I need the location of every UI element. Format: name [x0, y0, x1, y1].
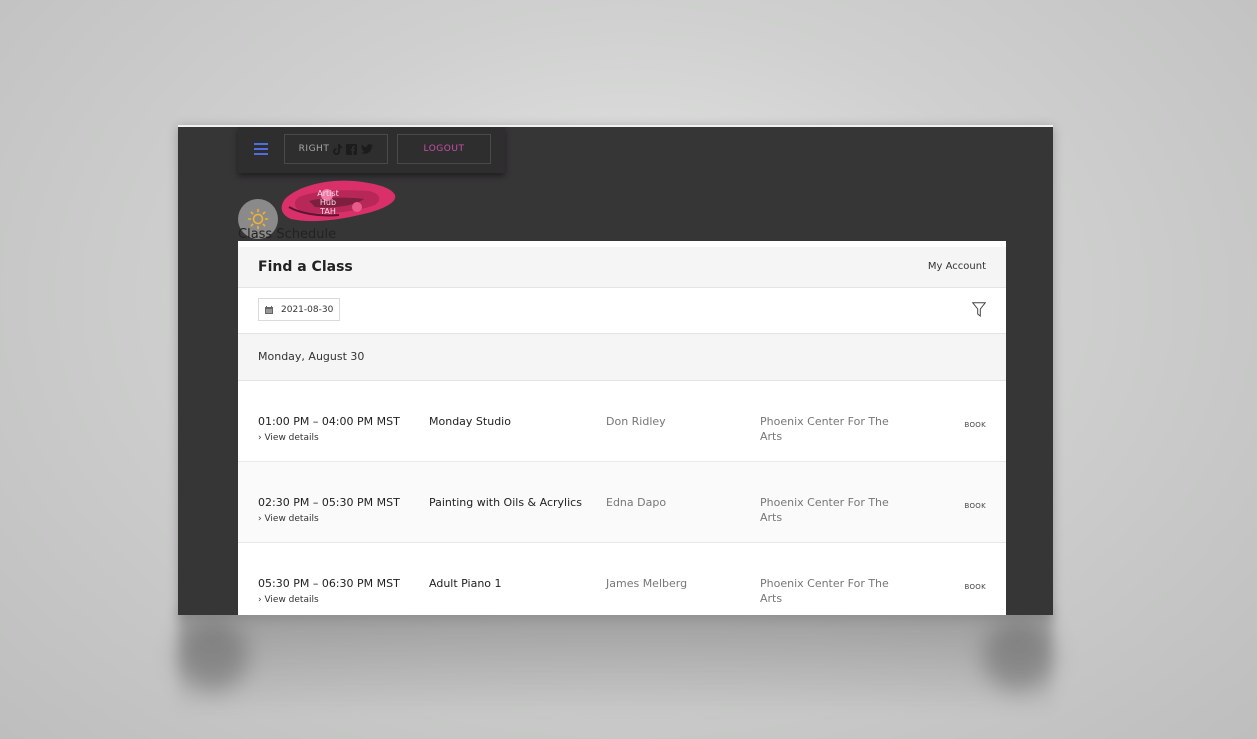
date-value: 2021-08-30	[281, 304, 334, 315]
top-bar: RIGHT LOGOUT	[238, 127, 505, 173]
class-name[interactable]: Adult Piano 1	[429, 576, 502, 591]
logo-text-line2: TAH	[320, 207, 336, 216]
filter-icon[interactable]	[972, 302, 986, 317]
calendar-icon	[265, 305, 273, 314]
class-time: 05:30 PM – 06:30 PM MST	[258, 577, 400, 590]
class-teacher[interactable]: Don Ridley	[606, 414, 666, 429]
facebook-icon[interactable]	[346, 143, 358, 155]
book-button[interactable]: BOOK	[965, 580, 987, 595]
logout-button[interactable]: LOGOUT	[397, 134, 491, 164]
class-time: 01:00 PM – 04:00 PM MST	[258, 415, 400, 428]
my-account-link[interactable]: My Account	[928, 261, 986, 272]
book-button[interactable]: BOOK	[965, 499, 987, 514]
class-location[interactable]: Phoenix Center For The Arts	[760, 414, 900, 444]
view-details-link[interactable]: › View details	[258, 593, 319, 608]
day-heading: Monday, August 30	[258, 350, 365, 363]
view-details-link[interactable]: › View details	[258, 512, 319, 527]
logo-text: Artist Hub TAH	[308, 189, 348, 216]
class-row: 02:30 PM – 05:30 PM MST › View details P…	[238, 462, 1006, 543]
logo-text-line1: Artist Hub	[317, 189, 339, 207]
class-schedule-panel: Class Schedule Find a Class My Account 2…	[238, 227, 1006, 615]
logout-button-label: LOGOUT	[423, 144, 465, 154]
class-location[interactable]: Phoenix Center For The Arts	[760, 576, 900, 606]
hamburger-menu-icon[interactable]	[254, 143, 268, 155]
book-button[interactable]: BOOK	[965, 418, 987, 433]
day-heading-row: Monday, August 30	[238, 334, 1006, 381]
class-teacher[interactable]: James Melberg	[606, 576, 687, 591]
class-name[interactable]: Monday Studio	[429, 414, 511, 429]
right-button-label: RIGHT	[298, 144, 330, 154]
filter-row: 2021-08-30	[238, 288, 1006, 334]
app-window: RIGHT LOGOUT Artist Hub TAH Class Schedu…	[178, 125, 1053, 615]
twitter-icon[interactable]	[361, 144, 374, 154]
class-teacher[interactable]: Edna Dapo	[606, 495, 666, 510]
date-picker[interactable]: 2021-08-30	[258, 298, 340, 321]
class-row: 01:00 PM – 04:00 PM MST › View details M…	[238, 381, 1006, 462]
screen-reflection	[178, 613, 1053, 739]
class-location[interactable]: Phoenix Center For The Arts	[760, 495, 900, 525]
right-button[interactable]: RIGHT	[284, 134, 388, 164]
class-row: 05:30 PM – 06:30 PM MST › View details A…	[238, 543, 1006, 615]
tiktok-icon[interactable]	[333, 143, 343, 155]
class-time: 02:30 PM – 05:30 PM MST	[258, 496, 400, 509]
view-details-link[interactable]: › View details	[258, 431, 319, 446]
page-title: Find a Class	[258, 259, 353, 275]
section-label: Class Schedule	[238, 227, 337, 242]
find-class-header: Find a Class My Account	[238, 247, 1006, 288]
class-name[interactable]: Painting with Oils & Acrylics	[429, 495, 582, 510]
